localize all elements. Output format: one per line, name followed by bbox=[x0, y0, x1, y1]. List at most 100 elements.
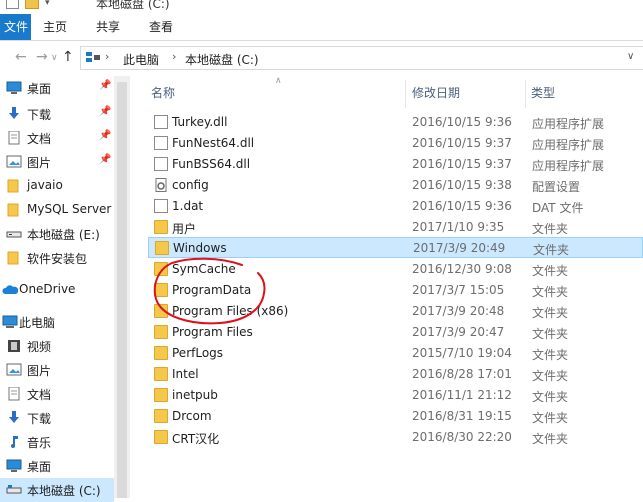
file-type: 文件夹 bbox=[532, 222, 569, 236]
folder-row[interactable]: PerfLogs 2015/7/10 19:04 文件夹 bbox=[148, 343, 643, 364]
nav-label: 本地磁盘 (C:) bbox=[27, 484, 101, 498]
file-name: FunBSS64.dll bbox=[172, 157, 251, 171]
nav-item-desktop[interactable]: 桌面 📌 bbox=[0, 76, 114, 100]
folder-row[interactable]: inetpub 2016/11/1 21:12 文件夹 bbox=[148, 385, 643, 406]
scrollbar-thumb[interactable] bbox=[117, 82, 127, 498]
nav-label: 文档 bbox=[27, 132, 52, 146]
file-row[interactable]: FunNest64.dll 2016/10/15 9:37 应用程序扩展 bbox=[148, 133, 643, 154]
picture-icon bbox=[6, 155, 22, 168]
pin-icon[interactable]: 📌 bbox=[99, 130, 111, 141]
column-divider[interactable] bbox=[405, 80, 406, 108]
navigation-pane: 桌面 📌 下载 📌 文档 📌 图片 📌 javaio MySQL Server … bbox=[0, 76, 114, 502]
column-header-modified[interactable]: 修改日期 bbox=[412, 84, 460, 101]
pin-icon[interactable]: 📌 bbox=[99, 80, 111, 91]
file-row[interactable]: 1.dat 2016/10/15 9:36 DAT 文件 bbox=[148, 196, 643, 217]
nav-item-documents[interactable]: 文档 📌 bbox=[0, 126, 114, 150]
dat-file-icon bbox=[154, 199, 168, 213]
up-arrow-icon[interactable]: ↑ bbox=[62, 49, 74, 65]
folder-icon bbox=[7, 179, 19, 193]
nav-item-this-pc[interactable]: 此电脑 bbox=[0, 310, 114, 334]
nav-item-desktop-pc[interactable]: 桌面 bbox=[0, 454, 114, 478]
file-type: 配置设置 bbox=[532, 180, 581, 194]
new-folder-icon[interactable] bbox=[25, 0, 39, 9]
folder-row[interactable]: Program Files 2017/3/9 20:47 文件夹 bbox=[148, 322, 643, 343]
nav-item-drive-c[interactable]: 本地磁盘 (C:) bbox=[0, 478, 114, 502]
address-bar[interactable]: › 此电脑 › 本地磁盘 (C:) ∨ bbox=[80, 46, 643, 70]
column-header-name[interactable]: 名称 bbox=[151, 84, 175, 101]
nav-label: 下载 bbox=[27, 412, 52, 426]
file-type: 文件夹 bbox=[532, 390, 569, 404]
file-date: 2017/3/9 20:47 bbox=[412, 325, 505, 339]
tab-home[interactable]: 主页 bbox=[33, 14, 77, 40]
file-name: 1.dat bbox=[172, 199, 204, 213]
forward-arrow-icon[interactable]: → bbox=[36, 49, 48, 65]
nav-item-drive-e[interactable]: 本地磁盘 (E:) bbox=[0, 222, 114, 246]
folder-row[interactable]: Program Files (x86) 2017/3/9 20:48 文件夹 bbox=[148, 301, 643, 322]
file-name: config bbox=[172, 178, 209, 192]
file-name: CRT汉化 bbox=[172, 432, 220, 446]
back-arrow-icon[interactable]: ← bbox=[15, 49, 27, 65]
nav-label: MySQL Server bbox=[27, 202, 112, 216]
address-history-chevron-icon[interactable]: ∨ bbox=[627, 51, 634, 62]
file-name: Drcom bbox=[172, 409, 212, 423]
file-type: 文件夹 bbox=[532, 411, 569, 425]
file-date: 2017/1/10 9:35 bbox=[412, 220, 505, 234]
file-row[interactable]: Turkey.dll 2016/10/15 9:36 应用程序扩展 bbox=[148, 112, 643, 133]
document-icon bbox=[8, 131, 20, 145]
folder-row[interactable]: Drcom 2016/8/31 19:15 文件夹 bbox=[148, 406, 643, 427]
file-type: 文件夹 bbox=[532, 264, 569, 278]
column-divider[interactable] bbox=[525, 80, 526, 108]
nav-item-videos[interactable]: 视频 bbox=[0, 334, 114, 358]
file-name: Program Files bbox=[172, 325, 253, 339]
file-type: 文件夹 bbox=[532, 306, 569, 320]
folder-row[interactable]: Intel 2016/8/28 17:01 文件夹 bbox=[148, 364, 643, 385]
file-date: 2017/3/9 20:48 bbox=[412, 304, 505, 318]
file-name: Program Files (x86) bbox=[172, 304, 289, 318]
folder-row[interactable]: CRT汉化 2016/8/30 22:20 文件夹 bbox=[148, 427, 643, 448]
file-name: 用户 bbox=[172, 222, 197, 236]
folder-row-selected[interactable]: Windows 2017/3/9 20:49 文件夹 bbox=[148, 237, 643, 258]
breadcrumb-current-drive[interactable]: 本地磁盘 (C:) bbox=[185, 51, 259, 68]
folder-icon bbox=[154, 262, 168, 276]
nav-item-documents-pc[interactable]: 文档 bbox=[0, 382, 114, 406]
nav-label: 本地磁盘 (E:) bbox=[27, 228, 100, 242]
file-date: 2016/10/15 9:37 bbox=[412, 136, 512, 150]
tab-file[interactable]: 文件 bbox=[0, 14, 31, 40]
nav-item-mysql-server[interactable]: MySQL Server bbox=[0, 198, 114, 222]
folder-row[interactable]: 用户 2017/1/10 9:35 文件夹 bbox=[148, 217, 643, 238]
file-row[interactable]: FunBSS64.dll 2016/10/15 9:37 应用程序扩展 bbox=[148, 154, 643, 175]
drive-icon bbox=[6, 485, 22, 494]
folder-icon bbox=[154, 283, 168, 297]
properties-icon[interactable] bbox=[6, 0, 19, 9]
desktop-icon bbox=[6, 81, 22, 94]
folder-icon bbox=[154, 409, 168, 423]
nav-item-onedrive[interactable]: OneDrive bbox=[0, 278, 114, 302]
tab-view[interactable]: 查看 bbox=[139, 14, 183, 40]
pin-icon[interactable]: 📌 bbox=[99, 154, 111, 165]
nav-item-pictures[interactable]: 图片 📌 bbox=[0, 150, 114, 174]
column-header-type[interactable]: 类型 bbox=[531, 84, 555, 101]
nav-item-pictures-pc[interactable]: 图片 bbox=[0, 358, 114, 382]
nav-item-music[interactable]: 音乐 bbox=[0, 430, 114, 454]
nav-label: 此电脑 bbox=[19, 316, 56, 330]
computer-icon bbox=[2, 315, 18, 328]
file-date: 2016/8/28 17:01 bbox=[412, 367, 512, 381]
nav-pane-scrollbar[interactable] bbox=[114, 76, 130, 498]
pin-icon[interactable]: 📌 bbox=[99, 106, 111, 117]
nav-item-javaio[interactable]: javaio bbox=[0, 174, 114, 198]
nav-item-downloads-pc[interactable]: 下载 bbox=[0, 406, 114, 430]
breadcrumb-this-pc[interactable]: 此电脑 bbox=[123, 51, 159, 68]
drive-icon bbox=[6, 231, 22, 238]
file-row[interactable]: config 2016/10/15 9:38 配置设置 bbox=[148, 175, 643, 196]
folder-icon bbox=[155, 241, 169, 255]
config-file-icon bbox=[155, 178, 167, 192]
chevron-down-icon[interactable]: ▾ bbox=[45, 0, 50, 8]
folder-row[interactable]: SymCache 2016/12/30 9:08 文件夹 bbox=[148, 259, 643, 280]
file-date: 2017/3/9 20:49 bbox=[413, 241, 506, 255]
nav-item-downloads[interactable]: 下载 📌 bbox=[0, 102, 114, 126]
recent-locations-icon[interactable]: ∨ bbox=[51, 53, 58, 63]
nav-item-software-packages[interactable]: 软件安装包 bbox=[0, 246, 114, 270]
column-headers: ∧ 名称 修改日期 类型 bbox=[130, 76, 643, 108]
tab-share[interactable]: 共享 bbox=[86, 14, 130, 40]
folder-row[interactable]: ProgramData 2017/3/7 15:05 文件夹 bbox=[148, 280, 643, 301]
